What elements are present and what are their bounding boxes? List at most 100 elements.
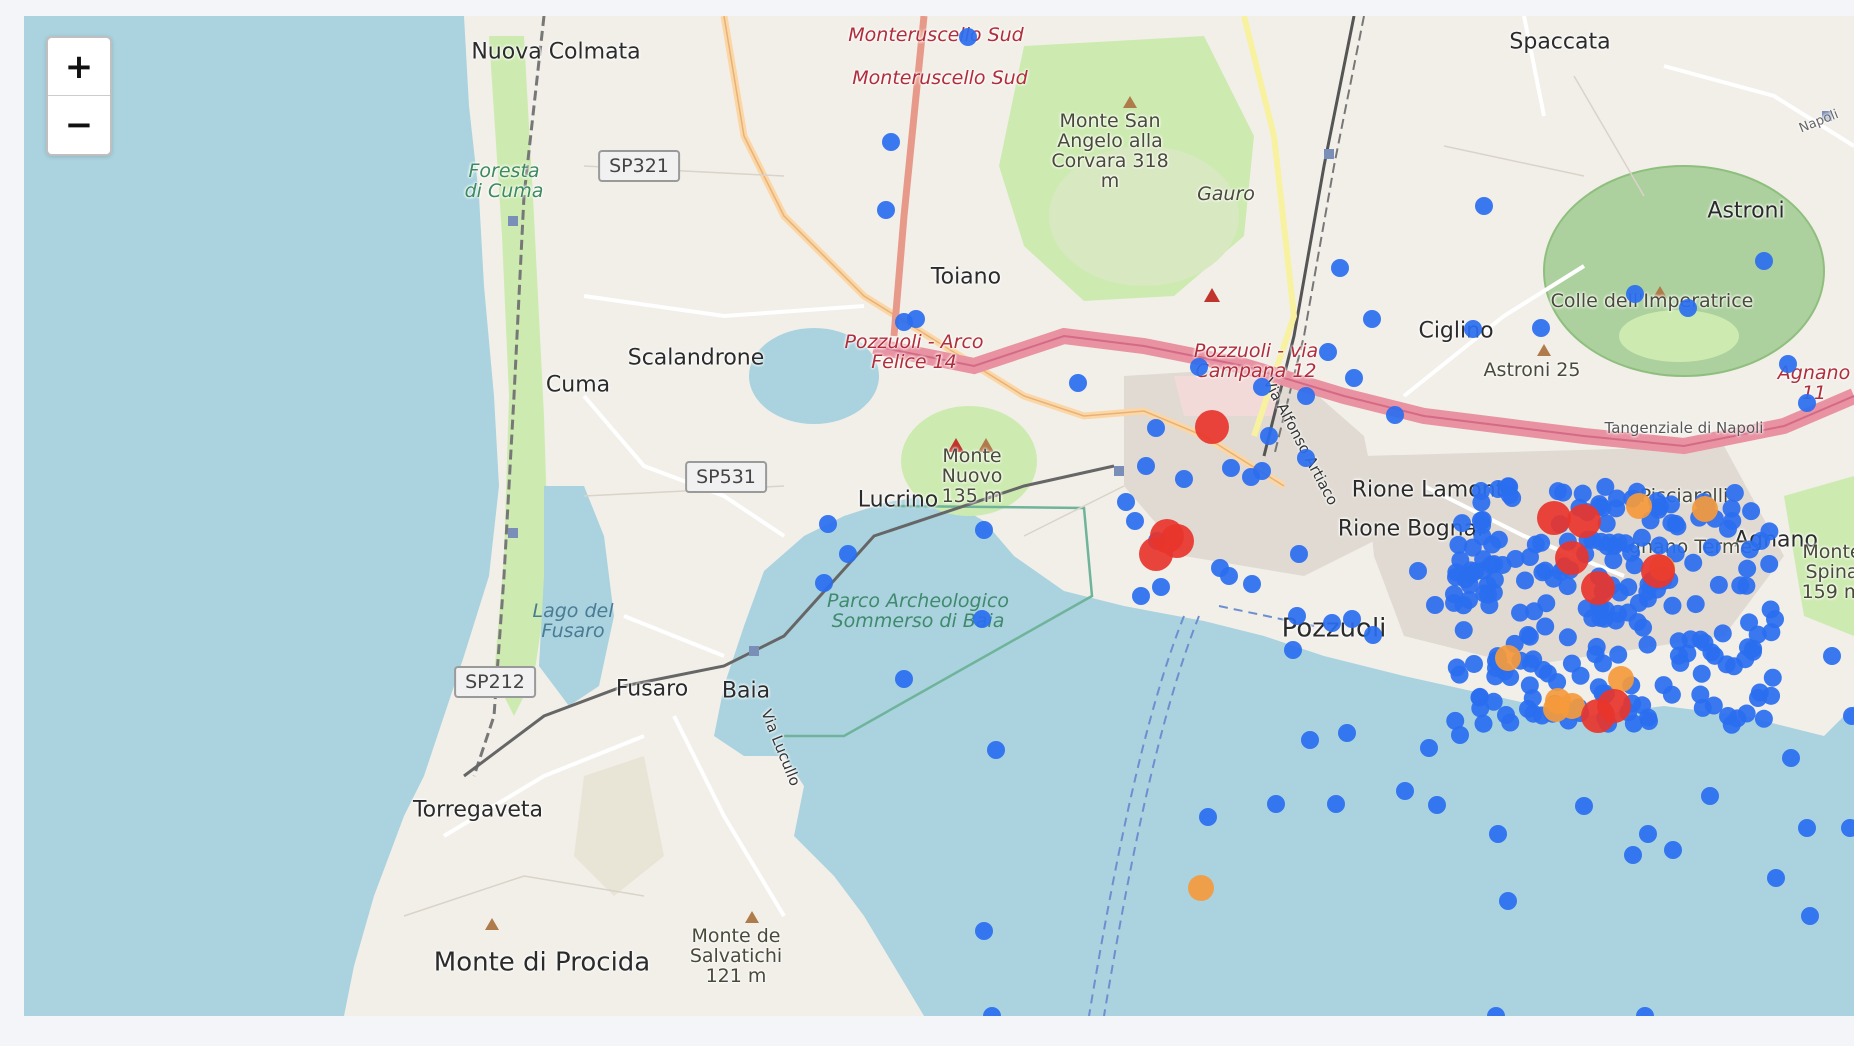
earthquake-marker-mid[interactable]: [1692, 496, 1718, 522]
earthquake-marker-low[interactable]: [1489, 480, 1508, 499]
earthquake-marker-low[interactable]: [1725, 483, 1744, 502]
earthquake-marker-low[interactable]: [1152, 578, 1170, 596]
earthquake-marker-low[interactable]: [983, 1007, 1001, 1016]
earthquake-marker-low[interactable]: [1242, 468, 1260, 486]
earthquake-marker-low[interactable]: [1650, 536, 1669, 555]
earthquake-marker-low[interactable]: [839, 545, 857, 563]
earthquake-marker-low[interactable]: [1463, 538, 1482, 557]
earthquake-marker-low[interactable]: [1713, 624, 1732, 643]
earthquake-marker-low[interactable]: [882, 133, 900, 151]
earthquake-marker-low[interactable]: [1558, 628, 1577, 647]
earthquake-marker-high[interactable]: [1567, 504, 1601, 538]
earthquake-marker-low[interactable]: [895, 670, 913, 688]
earthquake-marker-low[interactable]: [1684, 553, 1703, 572]
earthquake-marker-low[interactable]: [1571, 666, 1590, 685]
earthquake-marker-low[interactable]: [1532, 319, 1550, 337]
earthquake-marker-low[interactable]: [1464, 654, 1483, 673]
earthquake-marker-low[interactable]: [1363, 310, 1381, 328]
earthquake-marker-low[interactable]: [1607, 499, 1626, 518]
earthquake-marker-low[interactable]: [1841, 819, 1854, 837]
earthquake-marker-low[interactable]: [1701, 787, 1719, 805]
earthquake-marker-low[interactable]: [1754, 709, 1773, 728]
earthquake-marker-low[interactable]: [907, 310, 925, 328]
earthquake-marker-low[interactable]: [1327, 795, 1345, 813]
earthquake-marker-low[interactable]: [1782, 749, 1800, 767]
earthquake-marker-low[interactable]: [1596, 477, 1615, 496]
earthquake-marker-high[interactable]: [1160, 524, 1194, 558]
earthquake-marker-low[interactable]: [975, 521, 993, 539]
earthquake-marker-low[interactable]: [1575, 797, 1593, 815]
earthquake-marker-low[interactable]: [1609, 645, 1628, 664]
earthquake-marker-low[interactable]: [1524, 650, 1543, 669]
earthquake-marker-low[interactable]: [1752, 531, 1771, 550]
earthquake-marker-high[interactable]: [1555, 541, 1589, 575]
earthquake-marker-low[interactable]: [1222, 459, 1240, 477]
earthquake-marker-low[interactable]: [1117, 493, 1135, 511]
earthquake-marker-low[interactable]: [1664, 841, 1682, 859]
earthquake-marker-low[interactable]: [1520, 627, 1539, 646]
earthquake-marker-low[interactable]: [973, 610, 991, 628]
earthquake-marker-low[interactable]: [1501, 713, 1520, 732]
earthquake-marker-low[interactable]: [1742, 502, 1761, 521]
earthquake-marker-low[interactable]: [1267, 795, 1285, 813]
earthquake-marker-low[interactable]: [1428, 796, 1446, 814]
earthquake-marker-mid[interactable]: [1188, 875, 1214, 901]
earthquake-marker-low[interactable]: [1616, 534, 1635, 553]
earthquake-marker-low[interactable]: [959, 28, 977, 46]
earthquake-marker-high[interactable]: [1195, 410, 1229, 444]
earthquake-marker-low[interactable]: [1544, 569, 1563, 588]
earthquake-marker-low[interactable]: [1738, 559, 1757, 578]
earthquake-marker-low[interactable]: [1475, 584, 1494, 603]
earthquake-marker-low[interactable]: [1798, 394, 1816, 412]
earthquake-marker-low[interactable]: [1301, 731, 1319, 749]
earthquake-marker-low[interactable]: [1290, 545, 1308, 563]
earthquake-marker-low[interactable]: [1260, 427, 1278, 445]
earthquake-marker-low[interactable]: [1489, 825, 1507, 843]
earthquake-marker-low[interactable]: [1624, 846, 1642, 864]
earthquake-marker-low[interactable]: [1639, 825, 1657, 843]
earthquake-marker-low[interactable]: [1396, 782, 1414, 800]
zoom-out-button[interactable]: −: [48, 96, 110, 154]
earthquake-marker-low[interactable]: [1288, 607, 1306, 625]
earthquake-marker-low[interactable]: [1386, 406, 1404, 424]
earthquake-marker-low[interactable]: [1779, 355, 1797, 373]
earthquake-marker-low[interactable]: [1686, 595, 1705, 614]
earthquake-marker-low[interactable]: [1586, 645, 1605, 664]
earthquake-marker-low[interactable]: [1722, 499, 1741, 518]
earthquake-marker-low[interactable]: [1137, 457, 1155, 475]
earthquake-marker-low[interactable]: [1663, 596, 1682, 615]
earthquake-marker-low[interactable]: [1626, 285, 1644, 303]
earthquake-marker-low[interactable]: [1520, 676, 1539, 695]
earthquake-marker-high[interactable]: [1597, 689, 1631, 723]
earthquake-marker-low[interactable]: [1190, 358, 1208, 376]
earthquake-marker-low[interactable]: [1474, 714, 1493, 733]
earthquake-marker-low[interactable]: [1297, 449, 1315, 467]
earthquake-marker-low[interactable]: [1692, 664, 1711, 683]
earthquake-marker-low[interactable]: [1454, 621, 1473, 640]
earthquake-marker-low[interactable]: [1823, 647, 1841, 665]
earthquake-marker-low[interactable]: [1516, 571, 1535, 590]
earthquake-marker-low[interactable]: [1679, 299, 1697, 317]
earthquake-marker-low[interactable]: [1069, 374, 1087, 392]
earthquake-marker-low[interactable]: [1536, 617, 1555, 636]
earthquake-marker-low[interactable]: [1722, 715, 1741, 734]
earthquake-markers[interactable]: [24, 16, 1854, 1016]
earthquake-marker-low[interactable]: [1345, 369, 1363, 387]
earthquake-marker-low[interactable]: [1199, 808, 1217, 826]
earthquake-marker-low[interactable]: [1524, 704, 1543, 723]
earthquake-marker-low[interactable]: [1426, 596, 1444, 614]
earthquake-marker-low[interactable]: [1743, 642, 1762, 661]
earthquake-marker-low[interactable]: [1634, 618, 1653, 637]
earthquake-marker-low[interactable]: [1484, 692, 1503, 711]
earthquake-marker-low[interactable]: [1681, 630, 1700, 649]
earthquake-marker-low[interactable]: [1464, 320, 1482, 338]
earthquake-marker-low[interactable]: [1798, 819, 1816, 837]
earthquake-marker-low[interactable]: [1420, 739, 1438, 757]
earthquake-marker-low[interactable]: [1638, 635, 1657, 654]
earthquake-marker-low[interactable]: [975, 922, 993, 940]
earthquake-marker-low[interactable]: [1454, 596, 1473, 615]
earthquake-marker-low[interactable]: [1755, 252, 1773, 270]
earthquake-marker-low[interactable]: [1482, 555, 1501, 574]
earthquake-marker-low[interactable]: [1132, 587, 1150, 605]
map-view[interactable]: Nuova Colmata Toiano Scalandrone Cuma Lu…: [24, 16, 1854, 1016]
